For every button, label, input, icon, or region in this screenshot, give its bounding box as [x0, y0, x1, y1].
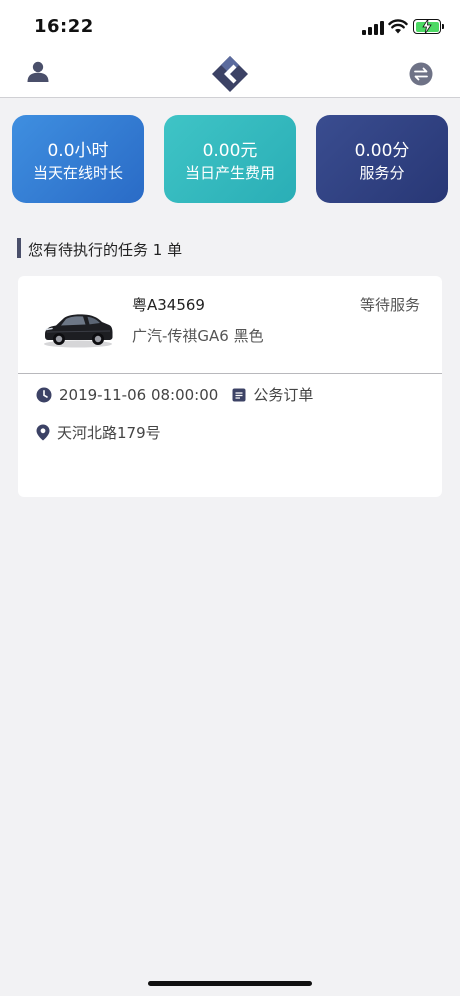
order-type: 公务订单 [253, 386, 314, 404]
stat-label: 当天在线时长 [32, 164, 123, 182]
task-status: 等待服务 [359, 296, 420, 314]
status-bar: 16:22 [0, 0, 460, 50]
cellular-signal-icon [362, 21, 384, 35]
stat-value: 0.00分 [354, 141, 410, 161]
car-model: 广汽-传祺GA6 黑色 [132, 327, 264, 345]
stat-value: 0.0小时 [47, 141, 109, 161]
stat-card-service-score[interactable]: 0.00分 服务分 [316, 115, 448, 203]
stat-label: 当日产生费用 [184, 164, 275, 182]
app-logo-icon [212, 56, 248, 92]
stat-card-daily-fee[interactable]: 0.00元 当日产生费用 [164, 115, 296, 203]
task-address-row: 天河北路179号 [36, 422, 161, 443]
license-plate: 粤A34569 [132, 296, 205, 314]
card-divider [18, 373, 442, 374]
person-icon[interactable] [26, 60, 50, 84]
task-card[interactable]: 粤A34569 等待服务 广汽-传祺GA6 黑色 2019-11-06 08:0… [18, 276, 442, 497]
clock-icon [36, 387, 52, 402]
location-pin-icon [36, 424, 50, 441]
task-time-row: 2019-11-06 08:00:00 公务订单 [36, 384, 313, 405]
car-image [44, 314, 113, 348]
stat-label: 服务分 [359, 164, 405, 182]
section-accent-bar [17, 238, 21, 258]
wifi-icon [388, 19, 408, 34]
battery-cap [442, 24, 444, 29]
task-address: 天河北路179号 [57, 424, 161, 442]
section-title: 您有待执行的任务 1 单 [28, 241, 183, 259]
home-indicator[interactable] [148, 981, 312, 986]
switch-arrows-icon[interactable] [409, 62, 433, 86]
stat-value: 0.00元 [202, 141, 258, 161]
task-time: 2019-11-06 08:00:00 [59, 385, 219, 404]
charging-bolt-icon [422, 19, 432, 34]
stat-card-online-hours[interactable]: 0.0小时 当天在线时长 [12, 115, 144, 203]
status-time: 16:22 [34, 16, 94, 37]
order-document-icon [232, 388, 246, 401]
